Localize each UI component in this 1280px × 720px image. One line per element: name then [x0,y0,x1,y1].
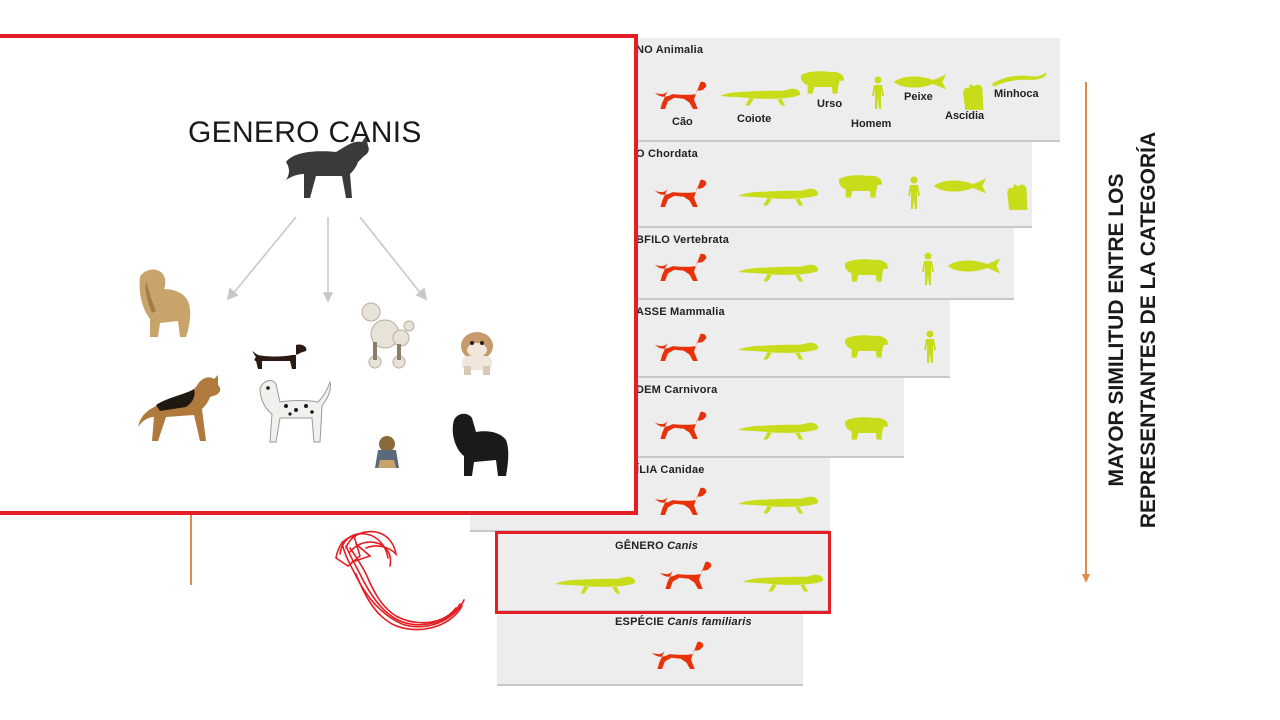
kerry-blue-terrier-dog-icon [452,413,509,476]
briard-dog-icon [139,269,191,337]
level-subfilo-title: BFILO Vertebrata [636,234,730,246]
coyote-icon [736,492,820,516]
bear-icon [840,332,890,360]
fish-icon [946,256,1002,276]
scribble-arrow-icon [335,530,465,631]
especie-word: ESPÉCIE [615,616,665,628]
similarity-caption: MAYOR SIMILITUD ENTRE LOS REPRESENTANTES… [1101,70,1165,590]
level-reino-title: NO Animalia [636,44,704,56]
level-filo: O Chordata [600,142,1032,228]
bear-icon [840,256,890,284]
dachshund-dog-icon [252,344,307,369]
poodle-dog-icon [361,302,415,369]
label-ascidia: Ascídia [945,110,985,122]
label-coiote: Coiote [737,113,772,125]
ascidia-icon [1004,180,1030,212]
human-icon [920,252,936,286]
level-subfilo: BFILO Vertebrata [600,228,1014,300]
level-especie-title: ESPÉCIE Canis familiaris [615,616,752,628]
similarity-line-1: MAYOR SIMILITUD ENTRE LOS [1105,173,1128,487]
down-arrow-icon [1082,82,1090,583]
level-familia-title: ÍLIA Canidae [636,464,705,476]
bear-icon [834,172,884,200]
connector-line [190,515,192,585]
dog-icon [652,484,708,518]
dog-icon [649,638,705,672]
coyote-icon [736,418,820,442]
dog-icon [652,250,708,284]
human-icon [922,330,938,364]
wolf-icon [286,136,369,198]
dalmatian-dog-icon [259,380,331,443]
human-icon [906,176,922,210]
worm-icon [990,68,1048,88]
coyote-icon [736,338,820,362]
level-reino: NO Animalia Cão Coiote Urso Homem Peixe … [600,38,1060,142]
level-ordem: DEM Carnivora [600,378,904,458]
bear-icon [796,68,846,96]
label-homem: Homem [851,118,892,130]
genero-canis-panel: GENERO CANIS [0,34,638,515]
especie-name: Canis familiaris [667,616,752,628]
coyote-icon [718,84,802,108]
yorkshire-dog-icon [375,436,399,468]
fish-icon [892,72,948,92]
level-ordem-title: DEM Carnivora [636,384,718,396]
level-classe-title: ASSE Mammalia [636,306,725,318]
dog-icon [652,330,708,364]
dog-icon [652,408,708,442]
label-peixe: Peixe [904,91,933,103]
bear-icon [840,414,890,442]
ascidia-icon [960,80,986,112]
human-icon [870,76,886,110]
level-filo-title: O Chordata [636,148,698,160]
coyote-icon [736,184,820,208]
similarity-line-2: REPRESENTANTES DE LA CATEGORÍA [1137,131,1160,529]
branch-arrows [226,216,428,303]
german-shepherd-dog-icon [138,375,221,441]
label-urso: Urso [817,98,843,110]
fish-icon [932,176,988,196]
label-cao: Cão [672,116,693,128]
level-especie: ESPÉCIE Canis familiaris [497,612,803,686]
dog-icon [652,176,708,210]
coyote-icon [736,260,820,284]
genero-highlight-frame [495,531,831,614]
label-minhoca: Minhoca [994,88,1039,100]
dog-icon [652,78,708,112]
bulldog-dog-icon [461,332,493,375]
level-classe: ASSE Mammalia [600,300,950,378]
